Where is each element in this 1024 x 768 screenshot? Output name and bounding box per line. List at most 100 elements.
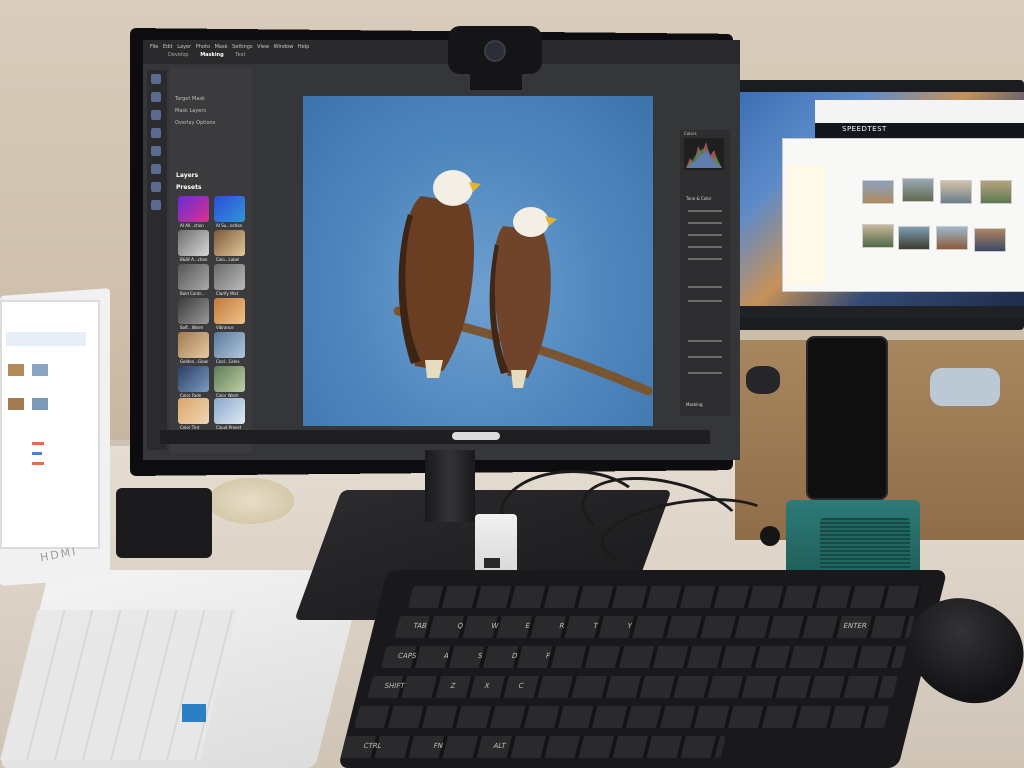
- photo-thumbnail[interactable]: [902, 178, 934, 202]
- laptop-screen: [0, 300, 100, 549]
- preset-label: B&W A...ction: [180, 257, 208, 262]
- photo-thumbnail[interactable]: [980, 180, 1012, 204]
- preset-label: Bold Contr...: [180, 291, 205, 296]
- key-row[interactable]: [367, 676, 898, 698]
- preset-thumb[interactable]: [214, 264, 245, 290]
- crop-tool-icon[interactable]: [151, 110, 161, 120]
- key-row[interactable]: [380, 646, 907, 668]
- preset-thumb[interactable]: [178, 196, 209, 222]
- adjust-slider[interactable]: [688, 300, 722, 302]
- preset-thumb[interactable]: [214, 196, 245, 222]
- text-tool-icon[interactable]: [151, 200, 161, 210]
- speaker-grille: [820, 518, 910, 578]
- preset-thumb[interactable]: [178, 332, 209, 358]
- earbud: [760, 526, 780, 546]
- preset-label: Golden...Glow: [180, 359, 208, 364]
- erase-tool-icon[interactable]: [151, 128, 161, 138]
- preset-label: Colo...Label: [216, 257, 240, 262]
- key-label: CTRL: [362, 742, 383, 750]
- eagle-right-head: [513, 207, 549, 237]
- key-label: ENTER: [842, 622, 868, 630]
- key-label: TAB: [412, 622, 428, 630]
- key-label: FN: [432, 742, 444, 750]
- brush-tool-icon[interactable]: [151, 74, 161, 84]
- app-menu-bar[interactable]: File Edit Layer Photo Mask Settings View…: [150, 44, 309, 50]
- layers-heading[interactable]: Layers: [176, 172, 198, 179]
- eagle-right-tail: [511, 370, 527, 388]
- round-stand: [208, 478, 294, 524]
- cloth: [930, 368, 1000, 406]
- key-row[interactable]: [353, 706, 890, 728]
- photo-thumbnail[interactable]: [862, 180, 894, 204]
- preset-label: AI All...ction: [180, 223, 204, 228]
- power-brick: [116, 488, 212, 558]
- preset-label: Vibrance: [216, 325, 234, 330]
- desk-object: [746, 366, 780, 394]
- preset-thumb[interactable]: [178, 398, 209, 424]
- key-label: SHIFT: [383, 682, 406, 690]
- key-row[interactable]: [394, 616, 915, 638]
- adjust-slider[interactable]: [688, 222, 722, 224]
- eagle-left-head: [433, 170, 473, 206]
- panel-overlay-options[interactable]: Overlay Options: [175, 120, 215, 126]
- adjust-slider[interactable]: [688, 286, 722, 288]
- adjust-slider[interactable]: [688, 372, 722, 374]
- photo-thumbnail[interactable]: [940, 180, 972, 204]
- eagles-photo: [393, 170, 653, 396]
- preset-thumb[interactable]: [178, 230, 209, 256]
- tool-strip: [147, 70, 167, 450]
- tab-develop[interactable]: Develop: [168, 52, 189, 58]
- phone-icon: [806, 336, 888, 500]
- adjust-slider[interactable]: [688, 234, 722, 236]
- adjust-slider[interactable]: [688, 356, 722, 358]
- preset-thumb[interactable]: [178, 264, 209, 290]
- preset-thumb[interactable]: [178, 298, 209, 324]
- preset-thumb[interactable]: [214, 332, 245, 358]
- right-panel-section[interactable]: Masking: [686, 402, 703, 407]
- panel-target-mask[interactable]: Target Mask: [175, 96, 215, 102]
- key-row[interactable]: [340, 736, 726, 758]
- app-tab-strip[interactable]: Develop Masking Text: [168, 52, 245, 58]
- gradient-tool-icon[interactable]: [151, 146, 161, 156]
- mask-tool-icon[interactable]: [151, 92, 161, 102]
- adjust-slider[interactable]: [688, 210, 722, 212]
- preset-label: Soft...Warm: [180, 325, 204, 330]
- preset-thumb[interactable]: [214, 398, 245, 424]
- monitor-stand-neck: [425, 450, 475, 522]
- right-panel-heading: Colors: [684, 131, 697, 136]
- preset-thumb[interactable]: [214, 230, 245, 256]
- photo-thumbnail[interactable]: [898, 226, 930, 250]
- presets-heading[interactable]: Presets: [176, 184, 202, 191]
- panel-heading: Target Mask Mask Layers Overlay Options: [175, 96, 215, 126]
- photo-thumbnail[interactable]: [974, 228, 1006, 252]
- adjust-slider[interactable]: [688, 246, 722, 248]
- windows-taskbar[interactable]: [160, 430, 710, 444]
- adjust-slider[interactable]: [688, 258, 722, 260]
- preset-thumb[interactable]: [214, 366, 245, 392]
- select-tool-icon[interactable]: [151, 182, 161, 192]
- photo-canvas[interactable]: [303, 96, 653, 426]
- webcam-lens: [484, 40, 506, 62]
- clone-tool-icon[interactable]: [151, 164, 161, 174]
- preset-label: Cool...Celes: [216, 359, 240, 364]
- file-explorer-sidebar[interactable]: [786, 165, 826, 285]
- preset-label: Color Wash: [216, 393, 239, 398]
- secondary-taskbar[interactable]: [740, 306, 1024, 318]
- key-row[interactable]: [407, 586, 924, 608]
- preset-thumb[interactable]: [214, 298, 245, 324]
- preset-thumb[interactable]: [178, 366, 209, 392]
- tab-text[interactable]: Text: [235, 52, 245, 58]
- preset-label: Clarify Mist: [216, 291, 239, 296]
- photo-thumbnail[interactable]: [936, 226, 968, 250]
- photo-thumbnail[interactable]: [862, 224, 894, 248]
- eagle-left-tail: [425, 360, 443, 378]
- taskbar-search-box[interactable]: [452, 432, 500, 440]
- keyboard[interactable]: TAB CAPS SHIFT CTRL FN ALT ENTER Q W E R…: [338, 570, 948, 768]
- preset-label: Color Fade: [180, 393, 202, 398]
- right-panel-section[interactable]: Tone & Color: [686, 196, 711, 201]
- tab-masking[interactable]: Masking: [200, 52, 224, 58]
- adjust-slider[interactable]: [688, 340, 722, 342]
- panel-mask-layers[interactable]: Mask Layers: [175, 108, 215, 114]
- laptop-sticker: [182, 704, 206, 722]
- preset-label: AI Su...ection: [216, 223, 243, 228]
